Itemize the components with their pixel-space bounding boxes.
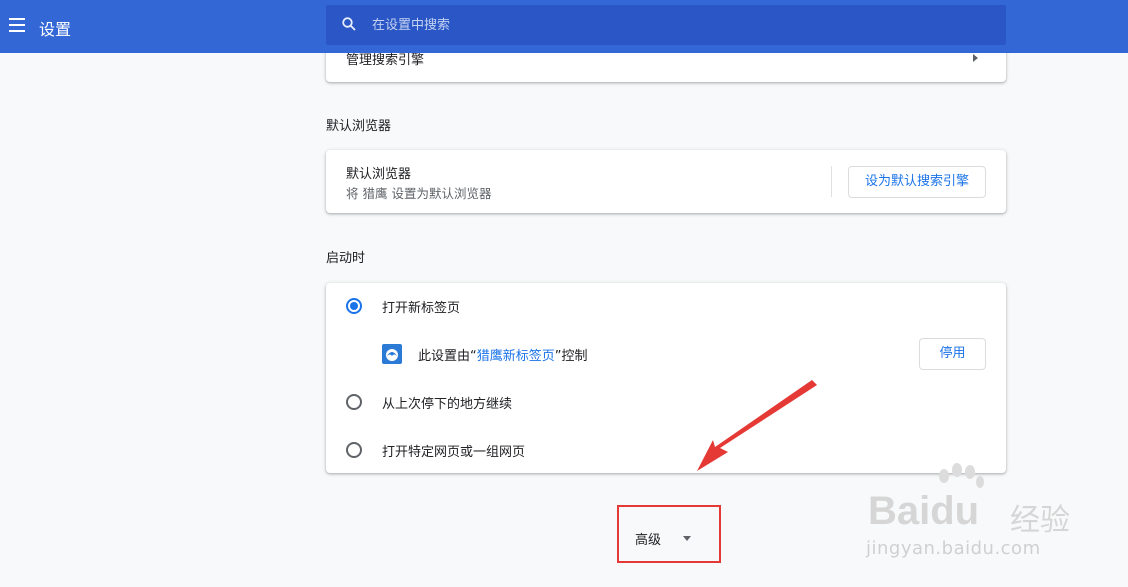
default-browser-row-subtitle: 将 猎鹰 设置为默认浏览器: [346, 186, 492, 201]
watermark-domain: jingyan.baidu.com: [866, 538, 1041, 559]
search-icon: [342, 17, 356, 31]
radio-continue-where-left[interactable]: [346, 394, 362, 410]
search-box[interactable]: [326, 5, 1006, 45]
startup-card: 打开新标签页 此设置由“猎鹰新标签页”控制 停用 从上次停下的地方继续 打开特定…: [326, 283, 1006, 473]
top-bar: 设置: [0, 0, 1128, 53]
default-browser-row-title: 默认浏览器: [346, 167, 412, 182]
default-browser-card: 默认浏览器 将 猎鹰 设置为默认浏览器 设为默认搜索引擎: [326, 150, 1006, 213]
disable-extension-button[interactable]: 停用: [919, 338, 986, 370]
page-title: 设置: [39, 20, 72, 39]
set-default-button[interactable]: 设为默认搜索引擎: [848, 166, 986, 198]
menu-icon[interactable]: [9, 18, 25, 32]
extension-notice: 此设置由“猎鹰新标签页”控制: [418, 345, 588, 364]
extension-notice-prefix: 此设置由“: [418, 349, 477, 364]
default-browser-section-title: 默认浏览器: [326, 119, 392, 134]
option-specific-pages-label[interactable]: 打开特定网页或一组网页: [382, 441, 525, 460]
watermark-brand: Baidu: [868, 489, 980, 533]
option-open-new-tab-label[interactable]: 打开新标签页: [382, 297, 460, 316]
chevron-right-icon[interactable]: [973, 54, 978, 62]
radio-open-new-tab[interactable]: [346, 298, 362, 314]
watermark-brand-cn: 经验: [1010, 503, 1070, 538]
extension-notice-suffix: ”控制: [554, 349, 588, 364]
radio-open-specific-pages[interactable]: [346, 442, 362, 458]
startup-section-title: 启动时: [326, 251, 366, 266]
extension-name-link[interactable]: 猎鹰新标签页: [477, 349, 555, 364]
search-input[interactable]: [372, 5, 992, 45]
divider: [831, 166, 832, 197]
option-continue-label[interactable]: 从上次停下的地方继续: [382, 393, 512, 412]
highlight-box: [617, 505, 721, 563]
extension-icon: [382, 344, 402, 364]
